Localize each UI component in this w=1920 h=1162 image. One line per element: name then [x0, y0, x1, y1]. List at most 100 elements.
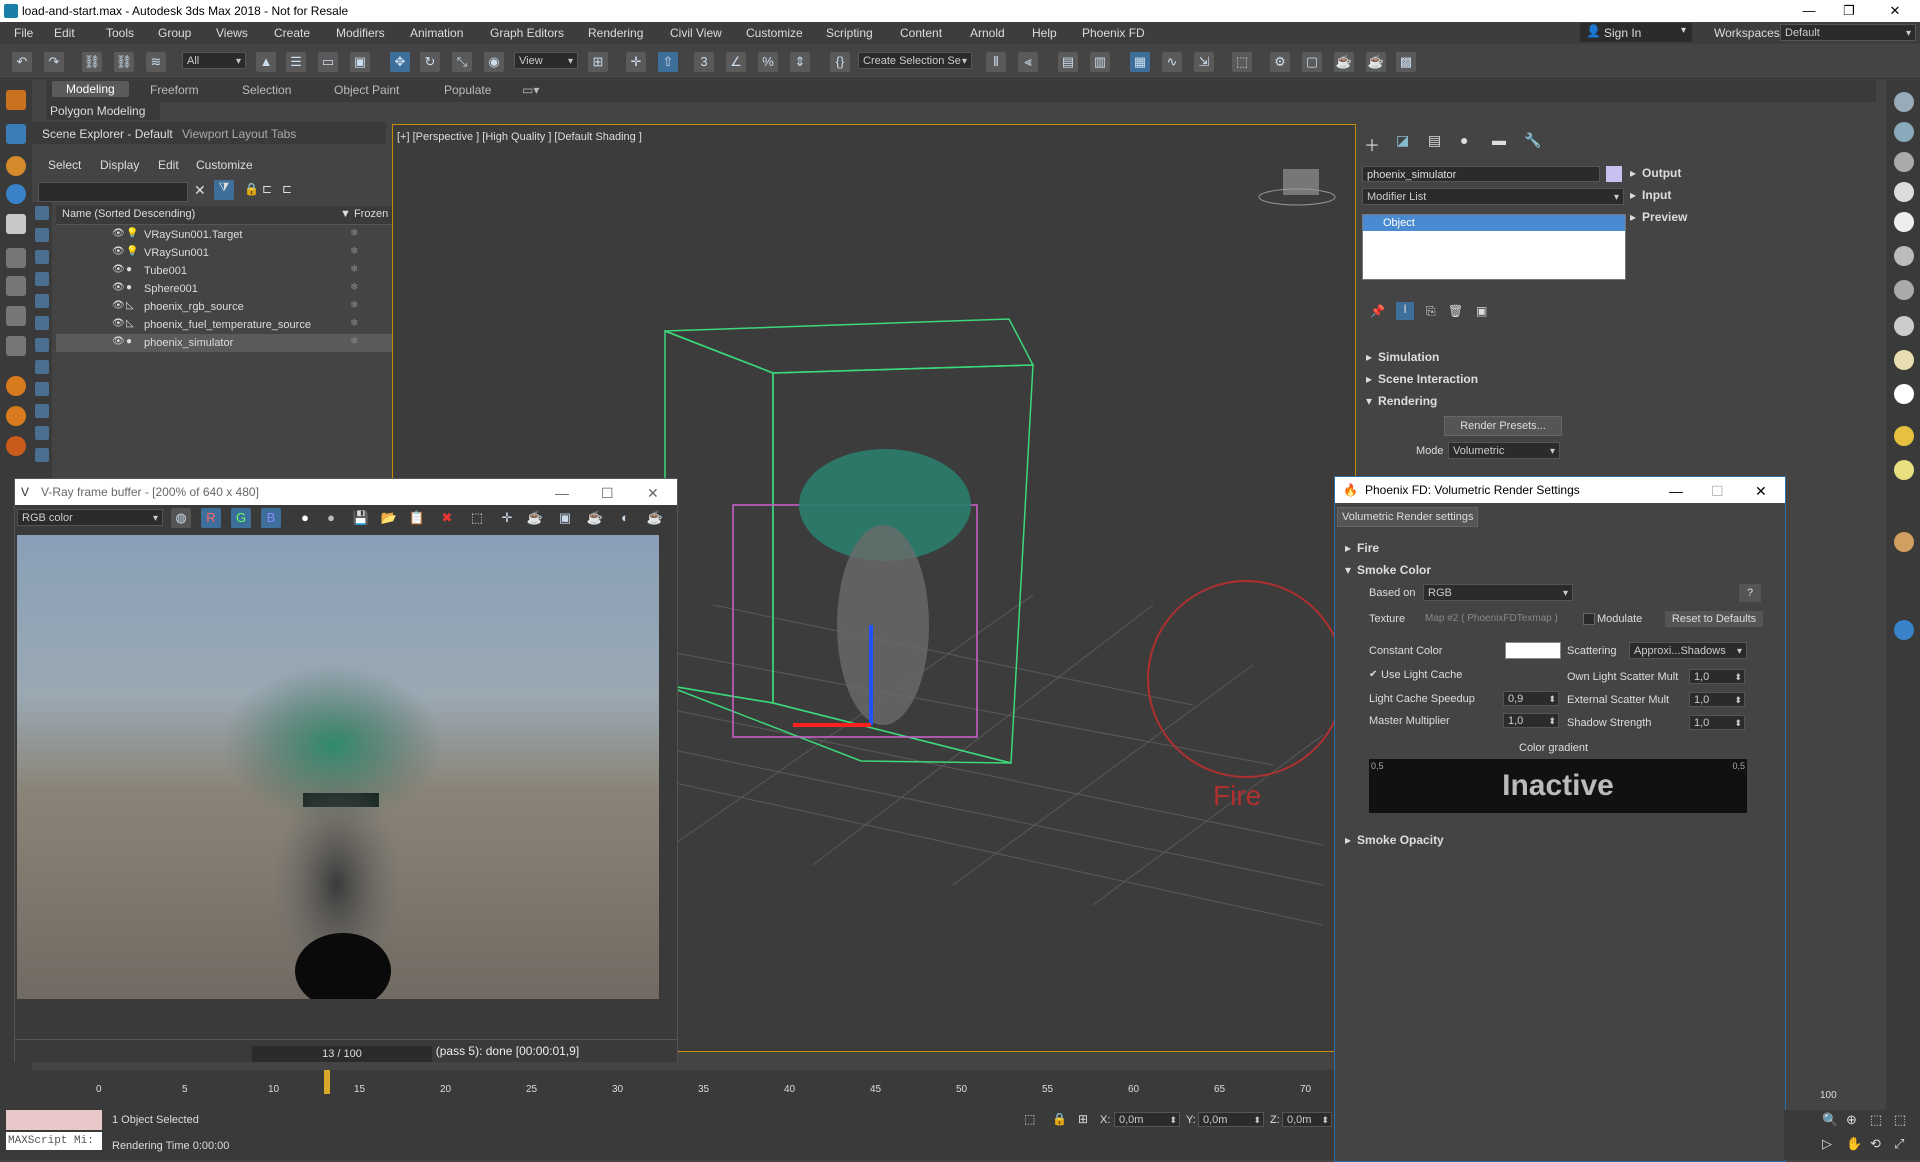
scene-row[interactable]: 👁 ◺ phoenix_fuel_temperature_source ❄: [56, 316, 416, 334]
rollout-input[interactable]: Input: [1630, 188, 1671, 206]
scene-row[interactable]: 👁 💡 VRaySun001 ❄: [56, 244, 416, 262]
edit-named-selection-icon[interactable]: {}: [830, 52, 850, 72]
save-image-icon[interactable]: 💾: [351, 508, 371, 528]
y-coordinate-field[interactable]: 0,0m: [1198, 1112, 1264, 1128]
texture-map-button[interactable]: Map #2 ( PhoenixFDTexmap ): [1419, 611, 1575, 627]
scene-menu-select[interactable]: Select: [48, 158, 81, 172]
filter-icon[interactable]: ⧩: [214, 180, 234, 200]
vfb-maximize-button[interactable]: ☐: [601, 485, 614, 502]
scale-icon[interactable]: ⤡: [452, 52, 472, 72]
constant-color-swatch[interactable]: [1505, 642, 1561, 659]
timeline[interactable]: 13 / 100 0 5 10 15 20 25 30 35 40 45 50 …: [32, 1046, 1334, 1100]
orbit-icon[interactable]: ⟲: [1870, 1136, 1881, 1152]
menu-modifiers[interactable]: Modifiers: [336, 26, 385, 40]
vray-ies-icon[interactable]: [1894, 182, 1914, 202]
zoom-all-icon[interactable]: ⊕: [1846, 1112, 1857, 1128]
menu-group[interactable]: Group: [158, 26, 191, 40]
scene-row[interactable]: 👁 💡 VRaySun001.Target ❄: [56, 226, 416, 244]
candle-preset-icon[interactable]: [6, 406, 26, 426]
pin-stack-icon[interactable]: 📌: [1370, 304, 1385, 318]
menu-animation[interactable]: Animation: [410, 26, 463, 40]
ribbon-polygon-modeling[interactable]: Polygon Modeling: [46, 102, 160, 120]
use-light-cache-checkbox[interactable]: ✔: [1369, 669, 1377, 680]
scene-explorer-icon[interactable]: ▦: [1130, 52, 1150, 72]
own-light-scatter-spinner[interactable]: 1,0: [1689, 669, 1745, 685]
menu-customize[interactable]: Customize: [746, 26, 803, 40]
redo-icon[interactable]: ↷: [44, 52, 64, 72]
hierarchy-tab-icon[interactable]: ▤: [1428, 132, 1441, 149]
modify-tab-icon[interactable]: ◪: [1396, 132, 1409, 149]
rollout-output[interactable]: Output: [1630, 166, 1681, 184]
stop-icon[interactable]: [6, 306, 26, 326]
reference-coordinate-dropdown[interactable]: View: [514, 52, 578, 70]
vfb-vertical-scrollbar[interactable]: [661, 535, 675, 999]
vray-sun-light-icon[interactable]: [1894, 426, 1914, 446]
light-cache-speedup-spinner[interactable]: 0,9: [1503, 691, 1559, 707]
menu-scripting[interactable]: Scripting: [826, 26, 873, 40]
freeze-icon[interactable]: ❄: [350, 228, 358, 239]
pan-icon[interactable]: ✋: [1846, 1136, 1862, 1152]
absolute-mode-icon[interactable]: ⊞: [1078, 1112, 1088, 1126]
menu-edit[interactable]: Edit: [54, 26, 75, 40]
vray-sun-icon[interactable]: [1894, 122, 1914, 142]
vray-fur-icon[interactable]: [1894, 280, 1914, 300]
toggle-ribbon-icon[interactable]: ▥: [1090, 52, 1110, 72]
vfb-minimize-button[interactable]: —: [555, 485, 569, 501]
vray-light-icon[interactable]: [1894, 92, 1914, 112]
region-render-icon[interactable]: ⬚: [467, 508, 487, 528]
close-button[interactable]: ✕: [1872, 0, 1918, 22]
spinner-snap-icon[interactable]: ⇕: [790, 52, 810, 72]
freeze-icon[interactable]: ❄: [350, 282, 358, 293]
color-channels-icon[interactable]: ◍: [171, 508, 191, 528]
pfd-minimize-button[interactable]: —: [1669, 483, 1683, 499]
display-hidden-icon[interactable]: [35, 448, 49, 462]
snaps-toggle-icon[interactable]: 3: [694, 52, 714, 72]
color-gradient-widget[interactable]: 0,5 0,5 Inactive: [1369, 759, 1747, 813]
vfb-horizontal-scrollbar[interactable]: [17, 1001, 659, 1015]
scene-menu-customize[interactable]: Customize: [196, 158, 253, 172]
remove-modifier-icon[interactable]: 🗑: [1448, 304, 1463, 318]
scene-menu-edit[interactable]: Edit: [158, 158, 179, 172]
eye-icon[interactable]: 👁: [112, 318, 125, 329]
menu-rendering[interactable]: Rendering: [588, 26, 643, 40]
render-activeshade-icon[interactable]: ▩: [1396, 52, 1416, 72]
master-multiplier-spinner[interactable]: 1,0: [1503, 713, 1559, 729]
curve-editor-icon[interactable]: ∿: [1162, 52, 1182, 72]
maxscript-input[interactable]: MAXScript Mi:: [6, 1132, 102, 1150]
rollout-smoke-opacity[interactable]: Smoke Opacity: [1345, 833, 1444, 851]
lock-icon[interactable]: 🔒: [244, 182, 259, 196]
menu-file[interactable]: File: [14, 26, 33, 40]
menu-views[interactable]: Views: [216, 26, 248, 40]
menu-create[interactable]: Create: [274, 26, 310, 40]
clear-image-icon[interactable]: 📋: [407, 508, 427, 528]
isolate-selection-icon[interactable]: ⬚: [1024, 1112, 1035, 1126]
eye-icon[interactable]: 👁: [112, 246, 125, 257]
menu-arnold[interactable]: Arnold: [970, 26, 1005, 40]
display-space-warps-icon[interactable]: [35, 316, 49, 330]
material-editor-icon[interactable]: ⬚: [1232, 52, 1252, 72]
select-manipulate-icon[interactable]: ✛: [626, 52, 646, 72]
menu-graph-editors[interactable]: Graph Editors: [490, 26, 564, 40]
fire-preset-icon[interactable]: [6, 376, 26, 396]
menu-help[interactable]: Help: [1032, 26, 1057, 40]
display-helpers-icon[interactable]: [35, 294, 49, 308]
eye-icon[interactable]: 👁: [112, 282, 125, 293]
fire-source-icon[interactable]: [6, 156, 26, 176]
blue-channel-icon[interactable]: B: [261, 508, 281, 528]
name-column-header[interactable]: Name (Sorted Descending): [62, 208, 195, 220]
menu-tools[interactable]: Tools: [106, 26, 134, 40]
time-slider-handle[interactable]: [324, 1070, 330, 1094]
ribbon-tab-selection[interactable]: Selection: [242, 83, 291, 97]
modifier-list-dropdown[interactable]: Modifier List: [1362, 188, 1624, 206]
freeze-icon[interactable]: ❄: [350, 264, 358, 275]
undo-icon[interactable]: ↶: [12, 52, 32, 72]
z-coordinate-field[interactable]: 0,0m: [1282, 1112, 1332, 1128]
scene-row[interactable]: 👁 ◺ phoenix_rgb_source ❄: [56, 298, 416, 316]
layer-explorer-icon[interactable]: ▤: [1058, 52, 1078, 72]
modulate-checkbox[interactable]: [1583, 613, 1595, 625]
load-image-icon[interactable]: 📂: [379, 508, 399, 528]
ribbon-tab-modeling[interactable]: Modeling: [52, 81, 129, 97]
hierarchy-icon[interactable]: ⊏: [262, 182, 272, 196]
track-mouse-icon[interactable]: ✛: [497, 508, 517, 528]
rect-selection-icon[interactable]: ▭: [318, 52, 338, 72]
